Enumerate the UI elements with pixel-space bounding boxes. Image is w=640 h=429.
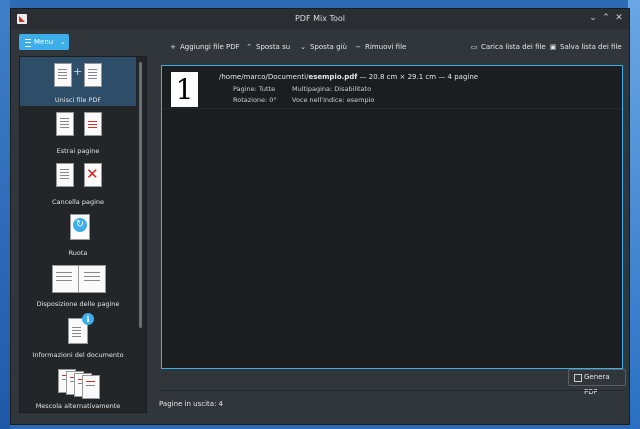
sidebar-item-label: Mescola alternativamente <box>35 402 121 410</box>
chevron-down-icon: ⌄ <box>60 38 66 46</box>
add-pdf-button[interactable]: + Aggiungi file PDF <box>168 43 240 51</box>
file-details: — 20.8 cm × 29.1 cm — 4 pagine <box>357 73 479 81</box>
window-title: PDF Mix Tool <box>294 14 346 23</box>
desktop-background-left <box>0 0 10 429</box>
sidebar-item-delete[interactable]: ✕ Cancella pagine <box>20 159 136 208</box>
sidebar-item-label: Disposizione delle pagine <box>36 300 120 308</box>
save-list-label: Salva lista dei file <box>560 43 622 51</box>
folder-icon: ▭ <box>470 43 478 51</box>
sidebar-item-label: Ruota <box>68 249 88 257</box>
file-multipage: Multipagina: Disabilitato <box>292 85 372 93</box>
save-list-button[interactable]: ▣ Salva lista dei file <box>548 43 622 51</box>
minus-icon: − <box>355 43 361 51</box>
sidebar-scrollbar[interactable] <box>139 62 142 328</box>
save-icon: ▣ <box>549 43 557 51</box>
generate-pdf-button[interactable]: Genera PDF <box>568 369 626 396</box>
operations-sidebar: + Unisci file PDF Estrai pagine ✕ Cancel… <box>19 56 147 413</box>
status-divider <box>158 390 624 391</box>
file-pages: Pagine: Tutte <box>233 85 276 93</box>
app-window: PDF Mix Tool ⌄ ⌃ ✕ Menu ⌄ + Aggiungi file… <box>10 8 630 425</box>
file-name: esempio.pdf <box>308 73 358 81</box>
file-path: /home/marco/Documenti/esempio.pdf — 20.8… <box>219 73 479 81</box>
sidebar-item-merge[interactable]: + Unisci file PDF <box>20 57 136 106</box>
sidebar-item-alternate-mix[interactable]: Mescola alternativamente <box>20 363 136 412</box>
move-up-button[interactable]: ⌃ Sposta su <box>244 43 290 51</box>
sidebar-item-label: Estrai pagine <box>56 147 100 155</box>
close-icon[interactable]: ✕ <box>613 12 625 24</box>
hamburger-icon <box>25 39 31 47</box>
sidebar-item-info[interactable]: i Informazioni del documento <box>20 312 136 361</box>
sidebar-item-extract[interactable]: Estrai pagine <box>20 108 136 157</box>
pdf-thumbnail: 1 <box>171 72 198 107</box>
add-pdf-label: Aggiungi file PDF <box>180 43 240 51</box>
sidebar-item-label: Cancella pagine <box>51 198 105 206</box>
file-list[interactable]: 1 /home/marco/Documenti/esempio.pdf — 20… <box>161 65 623 369</box>
move-up-label: Sposta su <box>256 43 291 51</box>
load-list-button[interactable]: ▭ Carica lista dei file <box>469 43 546 51</box>
output-pages-status: Pagine in uscita: 4 <box>159 400 224 408</box>
move-down-label: Sposta giù <box>310 43 347 51</box>
sidebar-item-layout[interactable]: Disposizione delle pagine <box>20 261 136 310</box>
remove-file-label: Rimuovi file <box>365 43 407 51</box>
move-down-button[interactable]: ⌄ Sposta giù <box>298 43 347 51</box>
file-index-entry: Voce nell'indice: esempio <box>292 96 375 104</box>
file-list-item[interactable]: 1 /home/marco/Documenti/esempio.pdf — 20… <box>162 66 622 109</box>
file-rotation: Rotazione: 0° <box>233 96 277 104</box>
remove-file-button[interactable]: − Rimuovi file <box>353 43 406 51</box>
generate-pdf-label: Genera PDF <box>584 373 610 396</box>
save-icon <box>574 374 582 382</box>
load-list-label: Carica lista dei file <box>481 43 546 51</box>
chevron-down-icon: ⌄ <box>300 43 306 51</box>
sidebar-item-label: Informazioni del documento <box>32 351 124 359</box>
title-bar[interactable]: PDF Mix Tool ⌄ ⌃ ✕ <box>11 9 629 29</box>
minimize-icon[interactable]: ⌄ <box>587 12 599 24</box>
plus-icon: + <box>170 43 176 51</box>
chevron-up-icon: ⌃ <box>246 43 252 51</box>
menu-button[interactable]: Menu ⌄ <box>19 34 69 50</box>
maximize-icon[interactable]: ⌃ <box>600 12 612 24</box>
menu-label: Menu <box>34 38 54 46</box>
sidebar-item-label: Unisci file PDF <box>54 96 102 104</box>
sidebar-item-rotate[interactable]: ↻ Ruota <box>20 210 136 259</box>
